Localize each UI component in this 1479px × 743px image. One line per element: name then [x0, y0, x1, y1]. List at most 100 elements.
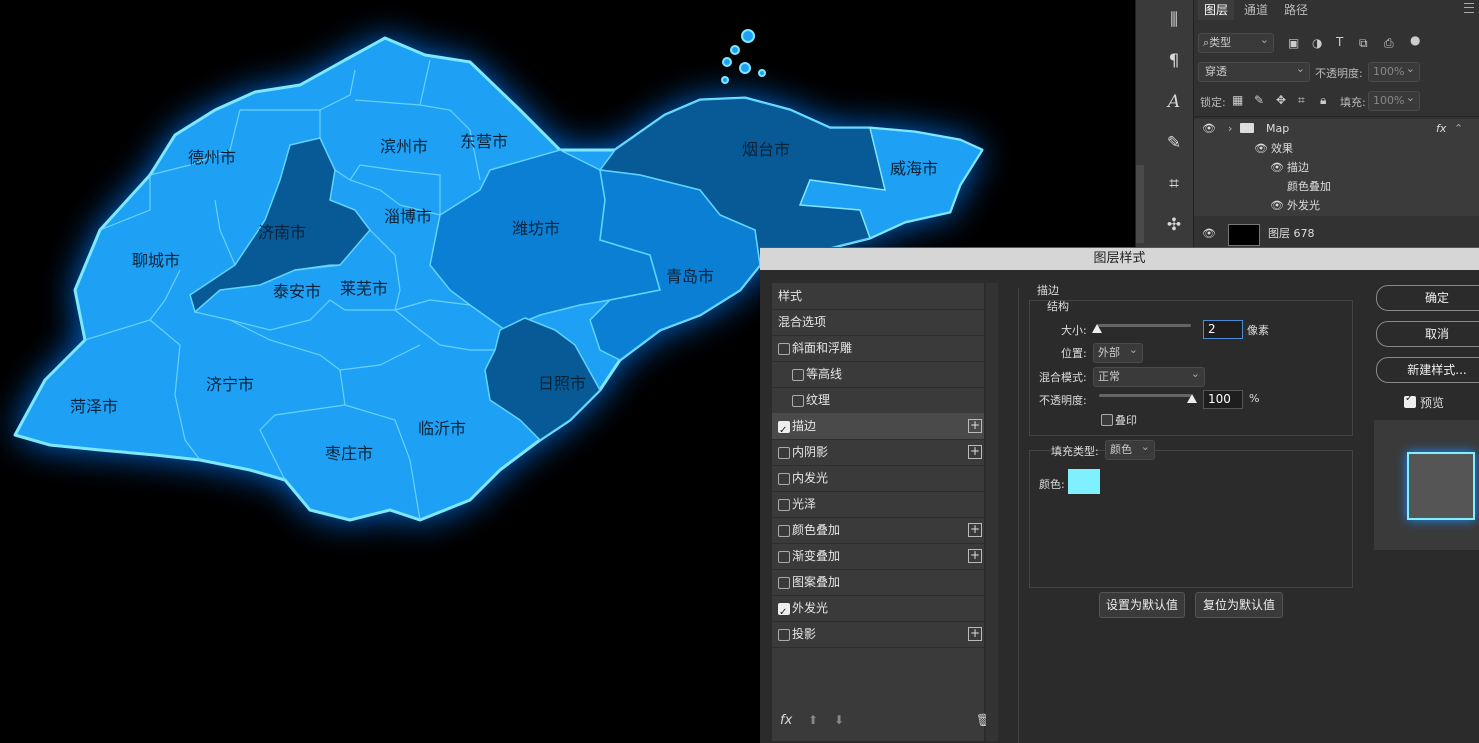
layer-filter-select[interactable]: ⌕类型: [1198, 31, 1274, 53]
size-input[interactable]: 2: [1203, 320, 1243, 339]
preview-checkbox[interactable]: [1404, 393, 1416, 408]
color-label: 颜色:: [1039, 478, 1065, 491]
fill-input[interactable]: 100%: [1368, 89, 1420, 111]
overprint-checkbox[interactable]: [1101, 414, 1113, 426]
fx-menu-icon[interactable]: fx: [780, 713, 792, 728]
layer-row-outer-glow[interactable]: 👁︎ 外发光: [1194, 196, 1479, 216]
position-select[interactable]: 外部: [1093, 341, 1143, 363]
styles-scrollbar[interactable]: [986, 283, 998, 741]
layer-row-color-overlay[interactable]: 颜色叠加: [1194, 177, 1479, 197]
opacity-slider-thumb[interactable]: [1187, 394, 1197, 403]
style-checkbox[interactable]: [778, 551, 790, 563]
style-checkbox[interactable]: [778, 447, 790, 459]
style-item[interactable]: 颜色叠加 +: [772, 517, 984, 544]
set-default-button[interactable]: 设置为默认值: [1099, 592, 1185, 618]
style-item[interactable]: 内发光: [772, 465, 984, 492]
add-style-plus-icon[interactable]: +: [968, 627, 982, 641]
layer-row-map[interactable]: 👁︎ › Map fx ⌃: [1194, 119, 1479, 139]
filter-toggle-icon[interactable]: ●: [1410, 33, 1420, 47]
crop-icon[interactable]: ⌗: [1160, 170, 1188, 198]
add-style-plus-icon[interactable]: +: [968, 419, 982, 433]
style-checkbox[interactable]: [778, 473, 790, 485]
lock-all-icon[interactable]: 🔒︎: [1320, 93, 1326, 108]
lock-artboard-icon[interactable]: ⌗: [1298, 93, 1305, 108]
visibility-eye-icon[interactable]: 👁︎: [1254, 139, 1268, 159]
stroke-blend-select[interactable]: 正常: [1093, 365, 1205, 387]
histogram-icon[interactable]: ⫼: [1160, 6, 1188, 34]
strip-scrollbar[interactable]: [1136, 165, 1144, 243]
style-checkbox[interactable]: [778, 577, 790, 589]
style-item[interactable]: 外发光: [772, 595, 984, 626]
style-item[interactable]: 纹理: [772, 387, 984, 414]
layer-row-stroke-effect[interactable]: 👁︎ 描边: [1194, 158, 1479, 178]
expand-chevron-icon[interactable]: ›: [1228, 119, 1232, 139]
blending-options[interactable]: 混合选项: [772, 309, 984, 336]
size-slider[interactable]: [1097, 324, 1191, 327]
style-checkbox[interactable]: [778, 418, 790, 444]
style-checkbox[interactable]: [778, 499, 790, 511]
tab-layers[interactable]: 图层: [1198, 0, 1235, 20]
lock-transparent-icon[interactable]: ▦: [1232, 93, 1243, 107]
style-item[interactable]: 等高线: [772, 361, 984, 388]
add-style-plus-icon[interactable]: +: [968, 445, 982, 459]
blend-mode-value: 穿透: [1205, 65, 1227, 78]
style-checkbox[interactable]: [778, 629, 790, 641]
styles-header[interactable]: 样式: [772, 283, 984, 310]
style-item[interactable]: 描边 +: [772, 413, 984, 444]
image-filter-icon[interactable]: ▣: [1288, 36, 1299, 50]
opacity-slider[interactable]: [1099, 394, 1191, 397]
opacity-input[interactable]: 100: [1203, 390, 1243, 409]
panel-menu-icon[interactable]: [1464, 3, 1474, 13]
visibility-eye-icon[interactable]: 👁︎: [1270, 196, 1284, 216]
add-style-plus-icon[interactable]: +: [968, 523, 982, 537]
layer-row-effects[interactable]: 👁︎ 效果: [1194, 139, 1479, 159]
shape-filter-icon[interactable]: ⧉: [1359, 36, 1368, 51]
add-style-plus-icon[interactable]: +: [968, 549, 982, 563]
layer-row-678[interactable]: 👁︎ 图层 678: [1194, 222, 1479, 246]
label-heze: 菏泽市: [70, 397, 118, 416]
puzzle-icon[interactable]: ✣: [1160, 211, 1188, 239]
style-item[interactable]: 内阴影 +: [772, 439, 984, 466]
style-item[interactable]: 光泽: [772, 491, 984, 518]
adjustment-filter-icon[interactable]: ◑: [1312, 36, 1322, 50]
style-label: 投影: [792, 627, 817, 641]
style-item[interactable]: 图案叠加: [772, 569, 984, 596]
tab-channels[interactable]: 通道: [1244, 0, 1268, 20]
overprint-label: 叠印: [1115, 414, 1137, 427]
style-checkbox[interactable]: [778, 343, 790, 355]
smart-object-filter-icon[interactable]: ⎙: [1384, 36, 1394, 51]
new-style-button[interactable]: 新建样式...: [1376, 357, 1479, 383]
style-item[interactable]: 渐变叠加 +: [772, 543, 984, 570]
stroke-blend-value: 正常: [1098, 370, 1120, 383]
position-value: 外部: [1098, 346, 1120, 359]
stroke-color-swatch[interactable]: [1068, 469, 1100, 494]
type-filter-icon[interactable]: T: [1336, 35, 1343, 49]
character-icon[interactable]: A: [1160, 88, 1188, 116]
opacity-input[interactable]: 100%: [1368, 60, 1420, 82]
lock-position-icon[interactable]: ✥: [1276, 93, 1286, 107]
visibility-eye-icon[interactable]: 👁︎: [1202, 222, 1216, 246]
fill-type-select[interactable]: 颜色: [1105, 438, 1155, 460]
style-checkbox[interactable]: [778, 525, 790, 537]
visibility-eye-icon[interactable]: 👁︎: [1202, 119, 1216, 139]
style-checkbox[interactable]: [778, 600, 790, 626]
style-checkbox[interactable]: [792, 369, 804, 381]
style-item[interactable]: 斜面和浮雕: [772, 335, 984, 362]
brush-icon[interactable]: ✎: [1160, 129, 1188, 157]
reset-default-button[interactable]: 复位为默认值: [1195, 592, 1283, 618]
collapse-chevron-icon[interactable]: ⌃: [1454, 119, 1463, 139]
blend-mode-select[interactable]: 穿透: [1198, 60, 1310, 82]
layer-thumbnail: [1228, 224, 1260, 246]
lock-pixels-icon[interactable]: ✎: [1254, 93, 1264, 107]
style-item[interactable]: 投影 +: [772, 621, 984, 648]
move-up-icon[interactable]: ⬆: [808, 713, 818, 727]
move-down-icon[interactable]: ⬇: [834, 713, 844, 727]
ok-button[interactable]: 确定: [1376, 285, 1479, 311]
visibility-eye-icon[interactable]: 👁︎: [1270, 158, 1284, 178]
cancel-button[interactable]: 取消: [1376, 321, 1479, 347]
layer-name: 图层 678: [1268, 227, 1315, 240]
size-slider-thumb[interactable]: [1092, 324, 1102, 333]
style-checkbox[interactable]: [792, 395, 804, 407]
paragraph-icon[interactable]: ¶: [1160, 47, 1188, 75]
tab-paths[interactable]: 路径: [1284, 0, 1308, 20]
